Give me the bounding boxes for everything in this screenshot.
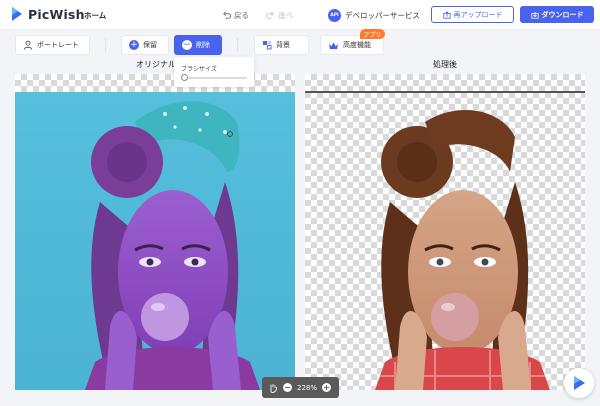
undo-button[interactable]: 戻る bbox=[222, 10, 249, 21]
top-bar: PicWish ホーム 戻る 進べ API デベロッパーサービス 再アップロード… bbox=[0, 0, 600, 30]
original-label: オリジナル bbox=[136, 60, 176, 69]
crown-icon bbox=[329, 41, 338, 49]
brush-size-label: ブラシサイズ bbox=[181, 66, 217, 73]
undo-icon bbox=[223, 11, 231, 19]
original-image[interactable] bbox=[15, 92, 295, 390]
redo-button[interactable]: 進べ bbox=[266, 10, 293, 21]
reupload-button[interactable]: 再アップロード bbox=[431, 6, 514, 23]
download-icon bbox=[530, 11, 539, 19]
portrait-label: ポートレート bbox=[37, 41, 79, 49]
hand-pan-icon[interactable] bbox=[268, 383, 278, 393]
person-icon bbox=[23, 40, 33, 50]
api-icon: API bbox=[328, 9, 341, 22]
developer-service-label: デベロッパーサービス bbox=[345, 11, 420, 20]
brush-size-handle[interactable] bbox=[180, 74, 188, 81]
background-icon bbox=[263, 41, 272, 50]
background-label: 背景 bbox=[276, 41, 290, 49]
toolbar-divider bbox=[237, 38, 238, 52]
toolbar-divider bbox=[105, 38, 106, 52]
reupload-label: 再アップロード bbox=[453, 10, 503, 19]
floating-help-button[interactable] bbox=[564, 368, 594, 398]
processed-label: 処理後 bbox=[433, 60, 457, 69]
upload-icon bbox=[442, 10, 451, 19]
erase-label: 削除 bbox=[196, 41, 210, 49]
portrait-selector[interactable]: ポートレート bbox=[15, 35, 90, 55]
redo-icon bbox=[266, 11, 274, 19]
processed-panel[interactable] bbox=[305, 74, 585, 390]
app-name: PicWish bbox=[28, 6, 85, 22]
logo[interactable]: PicWish bbox=[10, 6, 85, 22]
developer-service-link[interactable]: API デベロッパーサービス bbox=[328, 9, 420, 22]
original-portrait-illustration bbox=[85, 101, 260, 390]
undo-label: 戻る bbox=[234, 11, 249, 20]
app-badge: アプリ bbox=[360, 29, 385, 39]
picwish-logo-icon bbox=[12, 7, 22, 21]
erase-brush-button[interactable]: − 削除 bbox=[174, 35, 222, 55]
brush-size-slider[interactable] bbox=[181, 77, 247, 79]
zoom-in-icon[interactable]: + bbox=[322, 383, 332, 392]
zoom-out-icon[interactable]: − bbox=[283, 383, 292, 392]
brush-size-popup: ブラシサイズ bbox=[174, 57, 254, 87]
original-panel[interactable] bbox=[15, 74, 295, 390]
redo-label: 進べ bbox=[278, 11, 293, 20]
background-button[interactable]: 背景 bbox=[254, 35, 309, 55]
download-label: ダウンロード bbox=[541, 10, 584, 19]
download-button[interactable]: ダウンロード bbox=[520, 6, 594, 23]
advanced-label: 高度機能 bbox=[343, 41, 371, 49]
keep-brush-button[interactable]: + 保留 bbox=[121, 35, 169, 55]
zoom-control: − 228% + bbox=[262, 377, 339, 398]
keep-label: 保留 bbox=[143, 41, 157, 49]
nav-home[interactable]: ホーム bbox=[84, 10, 106, 21]
picwish-assistant-icon bbox=[574, 376, 585, 390]
plus-icon: + bbox=[129, 39, 139, 50]
minus-icon: − bbox=[182, 39, 192, 50]
processed-portrait-illustration bbox=[375, 110, 550, 390]
zoom-level: 228% bbox=[297, 383, 318, 392]
